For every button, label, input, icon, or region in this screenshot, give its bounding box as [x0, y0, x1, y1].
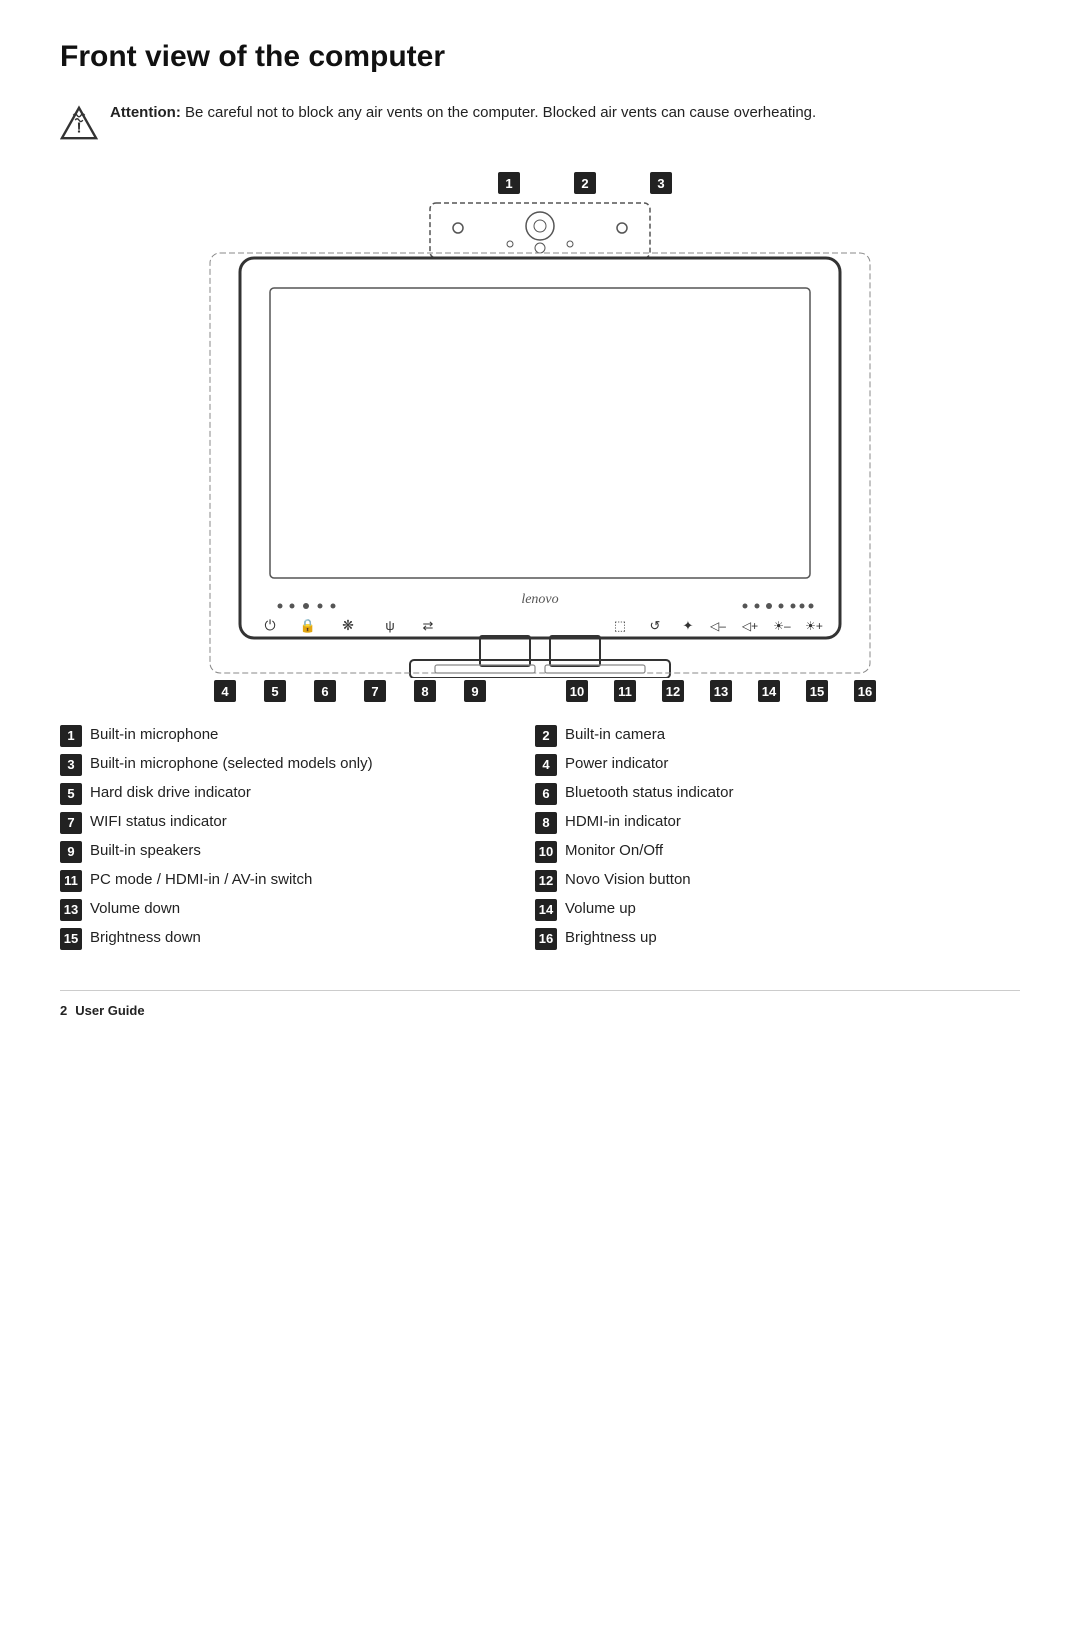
legend-text-3: Built-in microphone (selected models onl…	[90, 753, 373, 774]
badge-12: 12	[662, 680, 684, 702]
page-title: Front view of the computer	[60, 40, 1020, 74]
legend-text-2: Built-in camera	[565, 724, 665, 745]
legend-text-6: Bluetooth status indicator	[565, 782, 733, 803]
legend-item-6: 6 Bluetooth status indicator	[535, 782, 980, 805]
legend-badge-13: 13	[60, 899, 82, 921]
svg-text:ψ: ψ	[385, 618, 394, 633]
attention-body: Be careful not to block any air vents on…	[185, 104, 816, 121]
legend-badge-12: 12	[535, 870, 557, 892]
badge-top-3: 3	[650, 172, 672, 194]
svg-text:↺: ↺	[650, 618, 661, 633]
legend-text-16: Brightness up	[565, 927, 657, 948]
legend-text-8: HDMI-in indicator	[565, 811, 681, 832]
legend-text-14: Volume up	[565, 898, 636, 919]
legend-item-8: 8 HDMI-in indicator	[535, 811, 980, 834]
attention-text: Attention: Be careful not to block any a…	[110, 102, 816, 125]
svg-text:☀+: ☀+	[805, 619, 823, 633]
diagram-container: 1 2 3 lenovo	[60, 172, 1020, 702]
svg-text:⬚: ⬚	[614, 618, 626, 633]
badge-10: 10	[566, 680, 588, 702]
badge-4: 4	[214, 680, 236, 702]
legend-text-9: Built-in speakers	[90, 840, 201, 861]
legend-item-9: 9 Built-in speakers	[60, 840, 505, 863]
svg-text:❋: ❋	[342, 617, 354, 633]
badge-8: 8	[414, 680, 436, 702]
attention-label: Attention:	[110, 104, 181, 121]
legend-text-5: Hard disk drive indicator	[90, 782, 251, 803]
legend-badge-16: 16	[535, 928, 557, 950]
svg-text:◁+: ◁+	[742, 619, 758, 633]
badge-16: 16	[854, 680, 876, 702]
badge-11: 11	[614, 680, 636, 702]
legend-item-1: 1 Built-in microphone	[60, 724, 505, 747]
legend-badge-11: 11	[60, 870, 82, 892]
legend-badge-2: 2	[535, 725, 557, 747]
legend-text-1: Built-in microphone	[90, 724, 218, 745]
footer-page-number: 2	[60, 1003, 67, 1018]
legend-item-11: 11 PC mode / HDMI-in / AV-in switch	[60, 869, 505, 892]
legend-badge-15: 15	[60, 928, 82, 950]
legend-item-7: 7 WIFI status indicator	[60, 811, 505, 834]
legend-grid: 1 Built-in microphone 2 Built-in camera 3 Bui…	[60, 724, 980, 950]
legend-badge-5: 5	[60, 783, 82, 805]
legend-text-7: WIFI status indicator	[90, 811, 227, 832]
svg-text:lenovo: lenovo	[521, 592, 558, 607]
legend-item-13: 13 Volume down	[60, 898, 505, 921]
legend-item-5: 5 Hard disk drive indicator	[60, 782, 505, 805]
footer: 2 User Guide	[60, 990, 1020, 1018]
legend-badge-6: 6	[535, 783, 557, 805]
legend-badge-14: 14	[535, 899, 557, 921]
legend-text-4: Power indicator	[565, 753, 668, 774]
legend-badge-10: 10	[535, 841, 557, 863]
legend-badge-7: 7	[60, 812, 82, 834]
legend-item-15: 15 Brightness down	[60, 927, 505, 950]
footer-label: User Guide	[75, 1003, 144, 1018]
badge-13: 13	[710, 680, 732, 702]
badge-15: 15	[806, 680, 828, 702]
svg-text:✦: ✦	[683, 618, 694, 633]
badge-5: 5	[264, 680, 286, 702]
legend-text-12: Novo Vision button	[565, 869, 691, 890]
svg-text:◁–: ◁–	[710, 619, 726, 633]
legend-badge-1: 1	[60, 725, 82, 747]
legend-item-4: 4 Power indicator	[535, 753, 980, 776]
legend-badge-3: 3	[60, 754, 82, 776]
svg-text:⇄: ⇄	[423, 618, 434, 633]
attention-icon: !	[60, 104, 98, 142]
legend-badge-8: 8	[535, 812, 557, 834]
svg-text:☀–: ☀–	[773, 619, 791, 633]
legend-item-3: 3 Built-in microphone (selected models on…	[60, 753, 505, 776]
legend-item-12: 12 Novo Vision button	[535, 869, 980, 892]
badge-9: 9	[464, 680, 486, 702]
badge-top-1: 1	[498, 172, 520, 194]
legend-text-15: Brightness down	[90, 927, 201, 948]
legend-item-10: 10 Monitor On/Off	[535, 840, 980, 863]
legend-item-2: 2 Built-in camera	[535, 724, 980, 747]
legend-badge-9: 9	[60, 841, 82, 863]
badge-7: 7	[364, 680, 386, 702]
legend-text-13: Volume down	[90, 898, 180, 919]
svg-text:⏻: ⏻	[264, 617, 275, 633]
badge-14: 14	[758, 680, 780, 702]
computer-diagram: lenovo ⏻ 🔒 ❋	[190, 198, 890, 678]
legend-text-11: PC mode / HDMI-in / AV-in switch	[90, 869, 312, 890]
legend-item-16: 16 Brightness up	[535, 927, 980, 950]
legend-text-10: Monitor On/Off	[565, 840, 663, 861]
svg-text:🔒: 🔒	[300, 618, 316, 633]
badge-6: 6	[314, 680, 336, 702]
attention-box: ! Attention: Be careful not to block any…	[60, 102, 1020, 142]
badge-top-2: 2	[574, 172, 596, 194]
legend-badge-4: 4	[535, 754, 557, 776]
legend-item-14: 14 Volume up	[535, 898, 980, 921]
